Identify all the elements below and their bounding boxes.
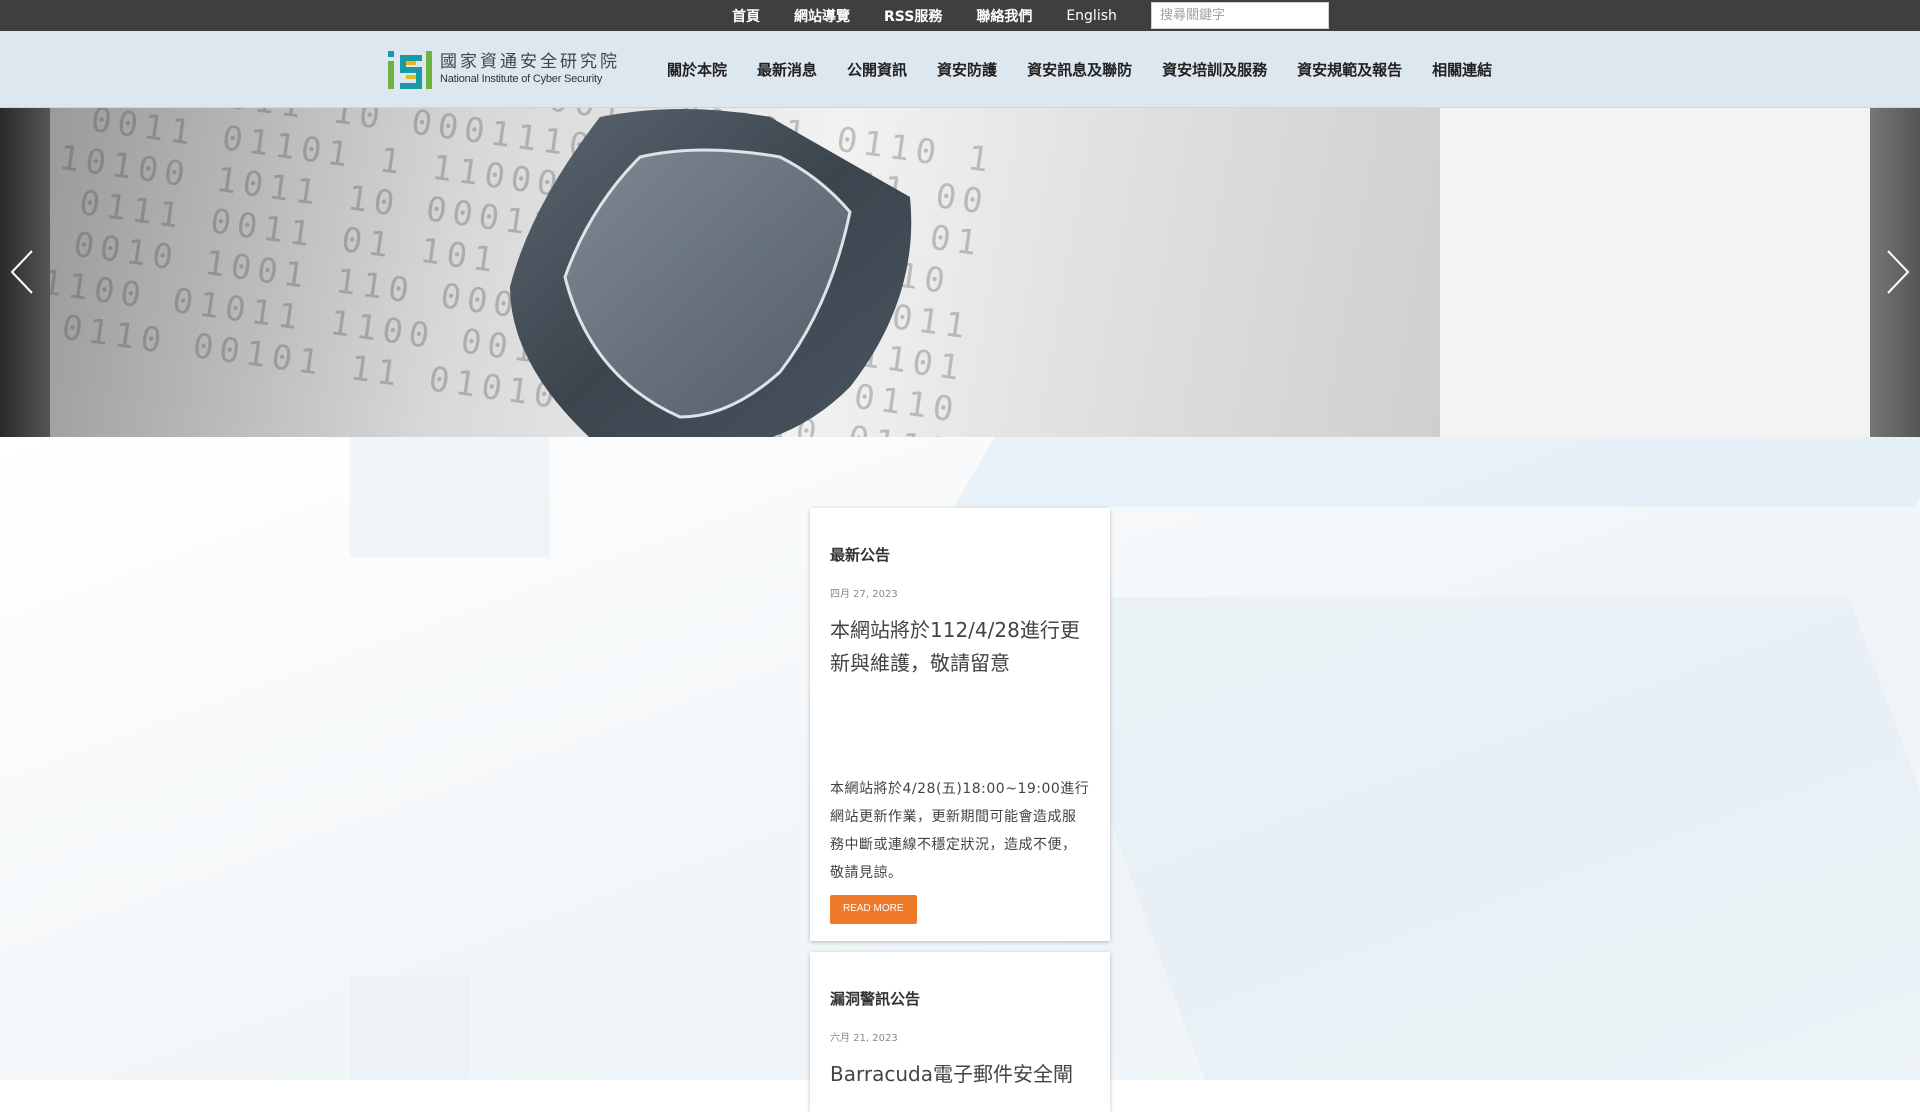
bg-shape: [1029, 597, 1920, 1080]
main-nav: 關於本院 最新消息 公開資訊 資安防護 資安訊息及聯防 資安培訓及服務 資安規範…: [667, 31, 1522, 107]
nav-item-about[interactable]: 關於本院: [667, 59, 727, 80]
bg-shape: [350, 977, 470, 1080]
nics-logo-icon: [388, 51, 432, 89]
news-card-date: 六月 21, 2023: [830, 1033, 898, 1044]
nav-item-standards[interactable]: 資安規範及報告: [1297, 59, 1402, 80]
utility-link-sitemap[interactable]: 網站導覽: [794, 6, 850, 26]
nav-item-security-intel[interactable]: 資安訊息及聯防: [1027, 59, 1132, 80]
site-logo[interactable]: 國家資通安全研究院 National Institute of Cyber Se…: [386, 47, 620, 91]
news-card-category[interactable]: 漏洞警訊公告: [830, 988, 1090, 1009]
read-more-button[interactable]: READ MORE: [830, 895, 917, 924]
main-header: 國家資通安全研究院 National Institute of Cyber Se…: [0, 31, 1920, 108]
nav-item-training[interactable]: 資安培訓及服務: [1162, 59, 1267, 80]
chevron-left-icon: [10, 250, 33, 294]
bg-shape: [954, 437, 1920, 507]
news-card: 漏洞警訊公告 六月 21, 2023 Barracuda電子郵件安全閘: [810, 952, 1110, 1112]
chevron-right-icon: [1887, 250, 1910, 294]
prev-slide-button[interactable]: [8, 247, 38, 297]
utility-link-rss[interactable]: RSS服務: [884, 6, 942, 26]
bg-shape: [350, 437, 550, 557]
news-card-title[interactable]: Barracuda電子郵件安全閘: [830, 1058, 1090, 1091]
hero-slider: 0011 0110 1 1110001 00101 0110 1 1010 10…: [0, 107, 1920, 437]
logo-text-zh: 國家資通安全研究院: [440, 52, 620, 72]
news-card-date: 四月 27, 2023: [830, 589, 898, 600]
top-utility-bar: 首頁 網站導覽 RSS服務 聯絡我們 English: [0, 0, 1920, 31]
news-card-excerpt: 本網站將於4/28(五)18:00~19:00進行網站更新作業，更新期間可能會造…: [830, 781, 1090, 881]
news-card-title[interactable]: 本網站將於112/4/28進行更新與維護，敬請留意: [830, 614, 1090, 680]
utility-link-contact[interactable]: 聯絡我們: [976, 6, 1032, 26]
news-card: 最新公告 四月 27, 2023 本網站將於112/4/28進行更新與維護，敬請…: [810, 508, 1110, 941]
hero-slide-image: 0011 0110 1 1110001 00101 0110 1 1010 10…: [50, 107, 1440, 437]
utility-link-home[interactable]: 首頁: [732, 6, 760, 26]
news-card-category[interactable]: 最新公告: [830, 544, 1090, 565]
nav-item-security-protection[interactable]: 資安防護: [937, 59, 997, 80]
shield-icon: [510, 109, 912, 437]
search-input[interactable]: [1151, 2, 1329, 29]
next-slide-button[interactable]: [1882, 247, 1912, 297]
nav-item-public-info[interactable]: 公開資訊: [847, 59, 907, 80]
logo-text-en: National Institute of Cyber Security: [440, 73, 603, 85]
nav-item-news[interactable]: 最新消息: [757, 59, 817, 80]
utility-link-english[interactable]: English: [1066, 8, 1117, 24]
utility-links: 首頁 網站導覽 RSS服務 聯絡我們 English: [732, 0, 1151, 31]
nav-item-links[interactable]: 相關連結: [1432, 59, 1492, 80]
